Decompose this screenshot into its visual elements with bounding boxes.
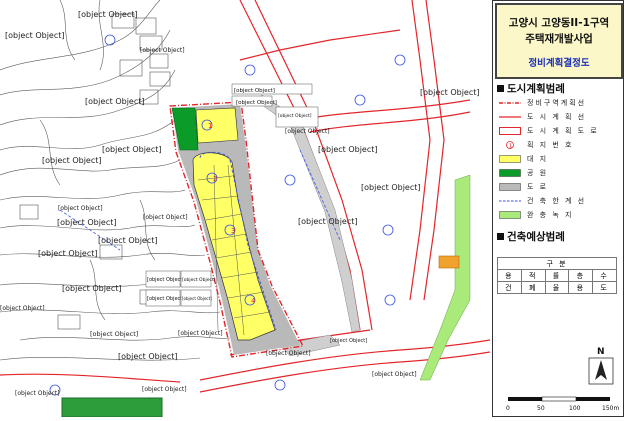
legend-item-building-line: 건 축 한 계 선: [499, 197, 587, 205]
svg-text:[object Object]: [object Object]: [58, 205, 103, 212]
lot-number: 3: [231, 227, 235, 235]
map-note: [object Object]: [278, 113, 312, 119]
map-note: [object Object]: [234, 88, 275, 94]
legend-item-city-line: 도 시 계 획 선: [499, 113, 587, 121]
map-note: [object Object]: [236, 100, 277, 106]
svg-text:[object Object]: [object Object]: [102, 145, 162, 154]
title-box: 고양시 고양동ⅠⅠ-1구역 주택재개발사업 정비계획결정도: [495, 3, 623, 79]
svg-text:[object Object]: [object Object]: [38, 249, 98, 258]
svg-text:[object Object]: [object Object]: [142, 386, 187, 393]
svg-text:[object Object]: [object Object]: [57, 218, 117, 227]
svg-text:[object Object]: [object Object]: [420, 88, 480, 97]
map-note: [object Object]: [147, 277, 184, 283]
svg-text:[object Object]: [object Object]: [361, 183, 421, 192]
north-arrow-icon: N: [588, 347, 614, 385]
svg-text:150m: 150m: [602, 405, 619, 412]
lot-number: 1: [208, 122, 212, 130]
svg-text:[object Object]: [object Object]: [143, 214, 188, 221]
svg-text:[object Object]: [object Object]: [90, 330, 138, 338]
legend-item-road: 도 로: [497, 181, 619, 193]
svg-text:[object Object]: [object Object]: [62, 284, 122, 293]
orange-marker: [438, 255, 460, 269]
svg-text:[object Object]: [object Object]: [266, 350, 311, 357]
svg-text:1: 1: [509, 144, 513, 150]
legend-item-buffer-green: 완 충 녹 지: [497, 209, 619, 221]
legend-heading: 도시계획범례: [497, 81, 565, 96]
plan-title: 정비계획결정도: [528, 58, 590, 69]
map-svg: 1 2 3 4 [object Object] [object Object] …: [0, 0, 491, 418]
svg-text:[object Object]: [object Object]: [78, 10, 138, 19]
svg-text:100: 100: [569, 405, 581, 412]
svg-text:N: N: [597, 347, 605, 357]
lot-number: 2: [213, 175, 217, 183]
svg-text:[object Object]: [object Object]: [140, 47, 185, 54]
svg-text:[object Object]: [object Object]: [118, 352, 178, 361]
svg-text:[object Object]: [object Object]: [178, 330, 223, 337]
map-note: [object Object]: [182, 296, 212, 301]
legend-item-park: 공 원: [497, 167, 619, 179]
svg-text:[object Object]: [object Object]: [330, 338, 367, 344]
lot-number: 4: [251, 297, 256, 305]
map-note: [object Object]: [182, 277, 216, 283]
legend-item-lot-number: 1 획 지 번 호: [497, 139, 619, 151]
project-subtitle: 주택재개발사업: [525, 33, 593, 45]
svg-text:[object Object]: [object Object]: [85, 97, 145, 106]
buffer-green-bottom: [61, 397, 163, 418]
svg-text:[object Object]: [object Object]: [98, 236, 158, 245]
svg-text:[object Object]: [object Object]: [5, 31, 65, 40]
svg-text:[object Object]: [object Object]: [0, 305, 45, 312]
svg-text:50: 50: [537, 405, 545, 412]
svg-text:[object Object]: [object Object]: [285, 128, 330, 135]
map-note: [object Object]: [147, 296, 184, 302]
scale-bar: 0 50 100 150m: [506, 396, 619, 412]
svg-text:0: 0: [506, 405, 510, 412]
legend-item-city-road: 도 시 계 획 도 로: [497, 125, 619, 137]
svg-text:[object Object]: [object Object]: [15, 390, 60, 397]
building-heading: 건축예상범례: [497, 229, 565, 244]
building-table: 구 분 용적률층수 건폐율용도: [497, 257, 617, 294]
svg-text:[object Object]: [object Object]: [372, 371, 417, 378]
svg-text:[object Object]: [object Object]: [318, 145, 378, 154]
legend-item-site: 대 지: [497, 153, 619, 165]
project-title: 고양시 고양동ⅠⅠ-1구역: [508, 17, 610, 29]
svg-text:[object Object]: [object Object]: [42, 156, 102, 165]
svg-text:[object Object]: [object Object]: [298, 217, 358, 226]
legend-item-district-line: 정비구역계획선: [499, 99, 587, 107]
map-canvas[interactable]: 1 2 3 4 [object Object] [object Object] …: [0, 0, 491, 418]
